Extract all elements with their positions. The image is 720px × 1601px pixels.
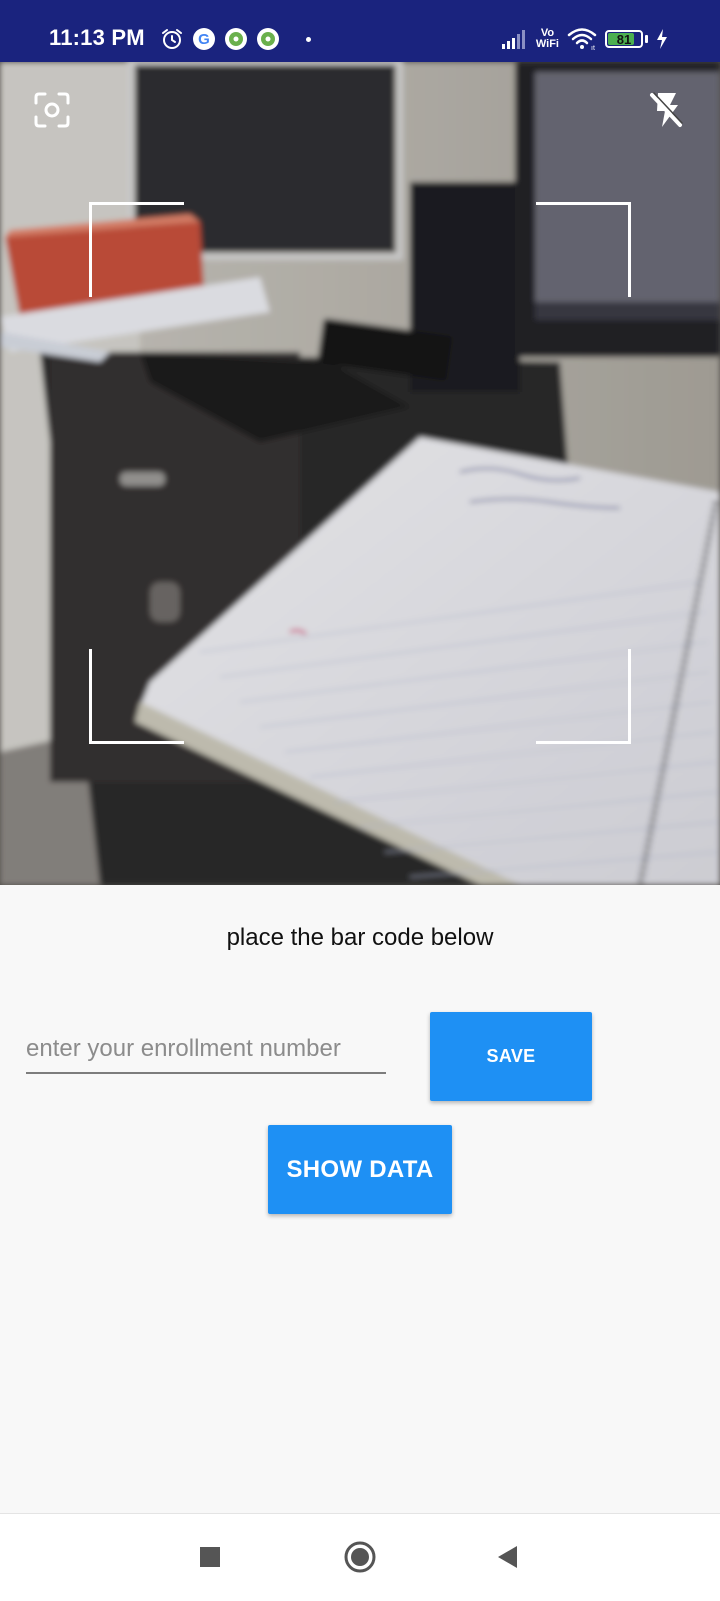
camera-switch-icon: [34, 92, 70, 128]
svg-text:G: G: [198, 31, 210, 48]
status-icons-right: Vo WiFi ıt 81: [501, 24, 668, 54]
show-data-button[interactable]: SHOW DATA: [268, 1125, 452, 1214]
alarm-icon: [162, 29, 182, 49]
signal-icon: [501, 30, 525, 49]
flash-off-icon: [650, 92, 683, 127]
status-time: 11:13 PM: [49, 25, 145, 50]
status-bar: 11:13 PM G Vo WiFi ıt 81: [0, 0, 720, 62]
status-icons-left: G: [160, 26, 311, 52]
back-button[interactable]: [482, 1532, 532, 1582]
wifi-icon: ıt: [567, 28, 597, 51]
camera-switch-button[interactable]: [30, 88, 74, 132]
app-notification-icon: [225, 28, 247, 50]
triangle-back-icon: [498, 1546, 517, 1568]
more-notifications-dot: [306, 36, 311, 42]
camera-preview[interactable]: [0, 62, 720, 885]
battery-icon: 81: [605, 30, 643, 48]
scan-corner-bottom-left: [89, 649, 184, 744]
scan-frame: [89, 202, 631, 744]
scan-corner-bottom-right: [536, 649, 631, 744]
home-button[interactable]: [335, 1532, 385, 1582]
recents-button[interactable]: [185, 1532, 235, 1582]
scan-corner-top-right: [536, 202, 631, 297]
charging-icon: [657, 29, 667, 49]
svg-text:ıt: ıt: [591, 45, 595, 51]
vowifi-label-bottom: WiFi: [535, 38, 559, 50]
flash-toggle-button[interactable]: [644, 88, 688, 132]
vowifi-indicator: Vo WiFi: [536, 28, 559, 50]
circle-icon: [344, 1541, 376, 1573]
system-navigation-bar: [0, 1513, 720, 1601]
square-icon: [200, 1547, 220, 1567]
battery-tip: [645, 35, 648, 43]
battery-level: 81: [616, 31, 632, 47]
app-notification-icon: [257, 28, 279, 50]
save-button[interactable]: SAVE: [430, 1012, 592, 1101]
scan-corner-top-left: [89, 202, 184, 297]
google-icon: G: [193, 28, 215, 50]
enrollment-number-input[interactable]: [26, 1026, 386, 1074]
scan-instruction: place the bar code below: [226, 924, 494, 951]
